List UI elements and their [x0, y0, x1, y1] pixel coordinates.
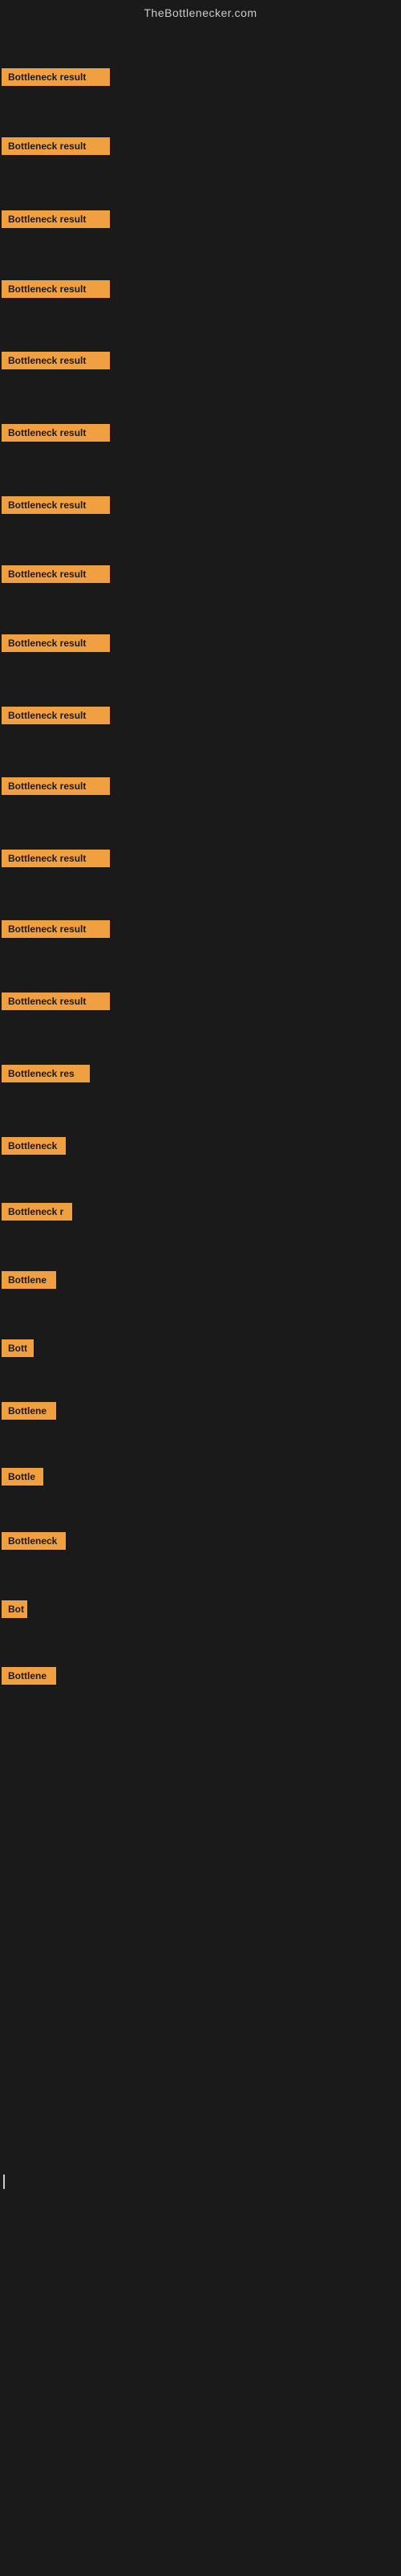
bottleneck-row-20: Bottlene [0, 1402, 401, 1424]
bottleneck-row-4: Bottleneck result [0, 280, 401, 302]
bottleneck-row-18: Bottlene [0, 1271, 401, 1293]
bottleneck-bar-1: Bottleneck result [2, 68, 110, 86]
bottleneck-row-2: Bottleneck result [0, 137, 401, 159]
bottleneck-row-23: Bot [0, 1600, 401, 1622]
text-cursor [3, 2175, 5, 2189]
bottleneck-bar-23: Bot [2, 1600, 27, 1618]
bottleneck-bar-13: Bottleneck result [2, 920, 110, 938]
bottleneck-bar-16: Bottleneck [2, 1137, 66, 1155]
bottleneck-row-17: Bottleneck r [0, 1203, 401, 1225]
bottleneck-bar-10: Bottleneck result [2, 707, 110, 724]
bottleneck-bar-12: Bottleneck result [2, 850, 110, 867]
bottleneck-bar-22: Bottleneck [2, 1532, 66, 1550]
bottleneck-bar-24: Bottlene [2, 1667, 56, 1685]
bottleneck-bar-11: Bottleneck result [2, 777, 110, 795]
bottleneck-bar-4: Bottleneck result [2, 280, 110, 298]
bottleneck-bar-9: Bottleneck result [2, 634, 110, 652]
bars-container: Bottleneck result Bottleneck result Bottle… [0, 22, 401, 2576]
bottleneck-row-10: Bottleneck result [0, 707, 401, 728]
bottleneck-bar-8: Bottleneck result [2, 565, 110, 583]
bottleneck-bar-7: Bottleneck result [2, 496, 110, 514]
bottleneck-row-24: Bottlene [0, 1667, 401, 1689]
bottleneck-row-9: Bottleneck result [0, 634, 401, 656]
bottleneck-bar-6: Bottleneck result [2, 424, 110, 442]
bottleneck-row-11: Bottleneck result [0, 777, 401, 799]
bottleneck-row-16: Bottleneck [0, 1137, 401, 1159]
bottleneck-row-5: Bottleneck result [0, 352, 401, 373]
bottleneck-bar-20: Bottlene [2, 1402, 56, 1420]
bottleneck-row-12: Bottleneck result [0, 850, 401, 871]
bottleneck-bar-21: Bottle [2, 1468, 43, 1486]
bottleneck-bar-5: Bottleneck result [2, 352, 110, 369]
bottleneck-bar-18: Bottlene [2, 1271, 56, 1289]
bottleneck-row-7: Bottleneck result [0, 496, 401, 518]
bottleneck-bar-17: Bottleneck r [2, 1203, 72, 1221]
bottleneck-row-14: Bottleneck result [0, 992, 401, 1014]
site-title: TheBottlenecker.com [0, 0, 401, 22]
bottleneck-bar-3: Bottleneck result [2, 210, 110, 228]
bottleneck-bar-14: Bottleneck result [2, 992, 110, 1010]
bottleneck-row-8: Bottleneck result [0, 565, 401, 587]
bottleneck-row-1: Bottleneck result [0, 68, 401, 90]
bottleneck-row-21: Bottle [0, 1468, 401, 1490]
bottleneck-bar-2: Bottleneck result [2, 137, 110, 155]
bottleneck-row-22: Bottleneck [0, 1532, 401, 1554]
bottleneck-bar-19: Bott [2, 1339, 34, 1357]
bottleneck-row-19: Bott [0, 1339, 401, 1361]
bottleneck-row-6: Bottleneck result [0, 424, 401, 446]
bottleneck-row-13: Bottleneck result [0, 920, 401, 942]
bottleneck-row-15: Bottleneck res [0, 1065, 401, 1086]
bottleneck-row-3: Bottleneck result [0, 210, 401, 232]
bottleneck-bar-15: Bottleneck res [2, 1065, 90, 1082]
